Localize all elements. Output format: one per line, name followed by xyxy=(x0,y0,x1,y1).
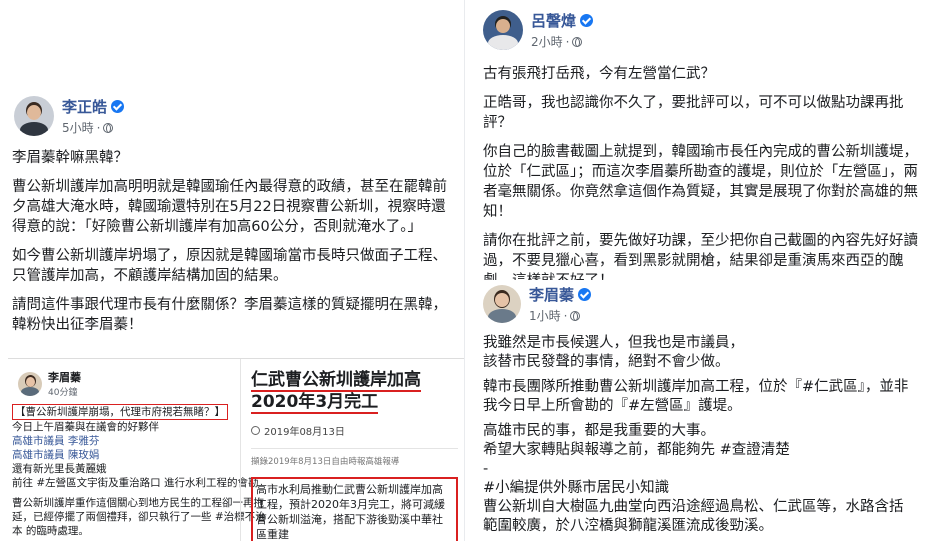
post-time[interactable]: 1小時 xyxy=(529,307,561,324)
post-lu-qingwei: 呂謦煒 2小時 · 古有張飛打岳飛，今有左營當仁武？ 正皓哥，我也認識你不久了，要… xyxy=(464,0,932,289)
paragraph: 如今曹公新圳護岸坍塌了，原因就是韓國瑜當市長時只做面子工程、只管護岸加高，不顧護… xyxy=(12,248,447,284)
paragraph: 請問這件事跟代理市長有什麼關係？李眉蓁這樣的質疑擺明在黑韓，韓粉快出征李眉蓁！ xyxy=(12,297,447,333)
news-caption: 擷錄2019年8月13日自由時報高雄報導 xyxy=(251,448,458,467)
embedded-post: 李眉蓁 40分鐘 【曹公新圳護岸崩塌，代理市府視若無睹？】 今日上午眉蓁與在議會… xyxy=(8,359,266,541)
author-name[interactable]: 李眉蓁 xyxy=(529,284,592,305)
post-time[interactable]: 2小時 xyxy=(531,33,563,50)
post-header: 李正皓 5小時 · xyxy=(14,96,458,136)
post-header: 李眉蓁 1小時 · xyxy=(483,284,932,324)
embed-line: 高雄市議員 陳玫娟 xyxy=(12,449,100,461)
globe-icon xyxy=(570,310,581,321)
post-time[interactable]: 5小時 xyxy=(62,119,94,136)
embed-line: 高雄市議員 李雅芬 xyxy=(12,435,100,447)
embed-line: 本 的臨時處理。 xyxy=(12,525,89,537)
text-line: 高雄市民的事，都是我重要的大事。 xyxy=(483,423,715,439)
avatar[interactable] xyxy=(14,96,54,136)
verified-badge-icon xyxy=(580,14,594,27)
embedded-news: 仁武曹公新圳護岸加高 2020年3月完工 2019年08月13日 擷錄2019年… xyxy=(240,359,466,541)
post-header: 呂謦煒 2小時 · xyxy=(483,10,932,50)
embed-line: 延，已經停擺了兩個禮拜，卻只執行了一些 #治標不治 xyxy=(12,511,266,523)
embed-line: 曹公新圳護岸重作這個關心到地方民生的工程卻一再拖 xyxy=(12,497,264,509)
hashtag-line[interactable]: #小編提供外縣市居民小知識 xyxy=(483,479,922,498)
author-name[interactable]: 呂謦煒 xyxy=(531,10,594,31)
embedded-screenshot[interactable]: 李眉蓁 40分鐘 【曹公新圳護岸崩塌，代理市府視若無睹？】 今日上午眉蓁與在議會… xyxy=(8,358,466,541)
paragraph: 正皓哥，我也認識你不久了，要批評可以，可不可以做點功課再批評？ xyxy=(483,95,904,131)
news-date: 2019年08月13日 xyxy=(264,427,345,438)
author-name[interactable]: 李正皓 xyxy=(62,96,125,117)
avatar xyxy=(18,371,42,396)
paragraph: 曹公新圳護岸加高明明就是韓國瑜任內最得意的政績，甚至在罷韓前夕高雄大淹水時，韓國… xyxy=(12,179,447,235)
verified-badge-icon xyxy=(578,288,592,301)
post-li-meizhen: 李眉蓁 1小時 · 我雖然是市長候選人，但我也是市議員， 該替市民發聲的事情，絕對… xyxy=(464,280,932,541)
text-line: 我今日早上所會勘的『#左營區』護堤。 xyxy=(483,398,742,414)
text-line: 該替市民發聲的事情，絕對不會少做。 xyxy=(483,354,730,370)
verified-badge-icon xyxy=(111,100,125,113)
embed-time: 40分鐘 xyxy=(48,388,78,398)
paragraph: 李眉蓁幹嘛黑韓？ xyxy=(12,150,128,166)
post-text: 古有張飛打岳飛，今有左營當仁武？ 正皓哥，我也認識你不久了，要批評可以，可不可以… xyxy=(465,64,932,291)
embed-line: 還有新光里長黃麗娥 xyxy=(12,463,107,475)
text-line: 我雖然是市長候選人，但我也是市議員， xyxy=(483,335,744,351)
paragraph: 你自己的臉書截圖上就提到，韓國瑜市長任內完成的曹公新圳護堤，位於「仁武區」；而這… xyxy=(483,144,918,220)
news-headline: 仁武曹公新圳護岸加高 2020年3月完工 xyxy=(251,370,421,414)
avatar[interactable] xyxy=(483,10,523,50)
avatar[interactable] xyxy=(483,285,521,323)
embed-author: 李眉蓁 xyxy=(48,371,81,384)
post-text: 我雖然是市長候選人，但我也是市議員， 該替市民發聲的事情，絕對不會少做。 韓市長… xyxy=(465,334,932,536)
text-line: 韓市長團隊所推動曹公新圳護岸加高工程，位於『#仁武區』，並非 xyxy=(483,379,909,395)
text-line: 範圍較廣，於八涳橋與獅龍溪匯流成後勁溪。 xyxy=(483,518,773,534)
embed-line: 【曹公新圳護岸崩塌，代理市府視若無睹？】 xyxy=(12,404,228,420)
text-line: 希望大家轉貼與報導之前，都能夠先 #查證清楚 xyxy=(483,442,790,458)
paragraph: 古有張飛打岳飛，今有左營當仁武？ xyxy=(483,66,715,82)
post-text: 李眉蓁幹嘛黑韓？ 曹公新圳護岸加高明明就是韓國瑜任內最得意的政績，甚至在罷韓前夕… xyxy=(8,148,458,335)
globe-icon xyxy=(572,36,583,47)
embed-line: 前往 #左營區文宇街及重治路口 進行水利工程的會勘 xyxy=(12,477,259,489)
text-line: 曹公新圳自大樹區九曲堂向西沿途經過鳥松、仁武區等，水路含括 xyxy=(483,499,904,515)
text-line: - xyxy=(483,461,489,477)
post-li-zhenghao: 李正皓 5小時 · 李眉蓁幹嘛黑韓？ 曹公新圳護岸加高明明就是韓國瑜任內最得意的政… xyxy=(8,96,466,541)
clock-icon xyxy=(251,426,260,435)
news-body: 高市水利局推動仁武曹公新圳護岸加高工程，預計2020年3月完工，將可減緩曹公新圳… xyxy=(251,477,458,541)
embed-line: 今日上午眉蓁與在議會的好夥伴 xyxy=(12,421,159,433)
globe-icon xyxy=(103,122,114,133)
